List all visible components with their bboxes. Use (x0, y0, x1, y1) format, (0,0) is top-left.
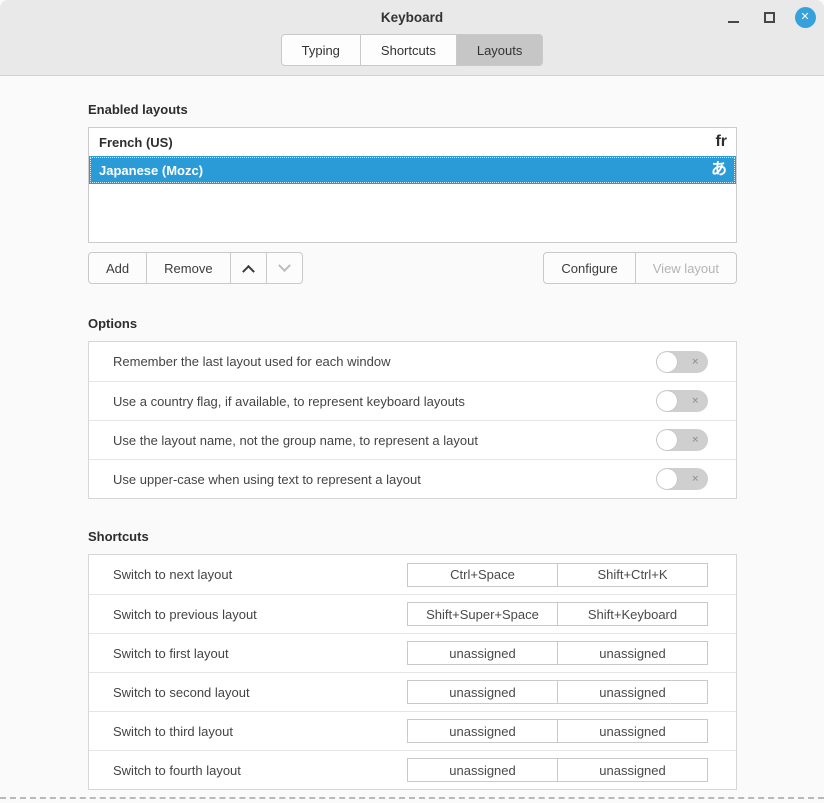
toggle-off-icon: ✕ (691, 475, 699, 484)
keybinding-cell[interactable]: Ctrl+Space (407, 563, 558, 587)
tab-group: Typing Shortcuts Layouts (281, 34, 544, 66)
shortcut-row-previous-layout: Switch to previous layout Shift+Super+Sp… (89, 594, 736, 633)
shortcuts-heading: Shortcuts (88, 529, 737, 544)
view-layout-button[interactable]: View layout (635, 252, 737, 284)
window-controls: ✕ (722, 0, 816, 34)
layout-indicator-fr: fr (715, 134, 727, 150)
toggle-off-icon: ✕ (691, 397, 699, 406)
layout-action-buttons: Configure View layout (543, 252, 737, 284)
keybinding-group: unassigned unassigned (407, 680, 708, 704)
window-header: Keyboard ✕ Typing Shortcuts Layouts (0, 0, 824, 76)
keybinding-group: unassigned unassigned (407, 641, 708, 665)
upper-case-toggle[interactable]: ✕ (656, 468, 708, 490)
tab-shortcuts[interactable]: Shortcuts (360, 34, 457, 66)
option-row-remember-layout: Remember the last layout used for each w… (89, 342, 736, 381)
toggle-knob (657, 391, 677, 411)
shortcut-row-second-layout: Switch to second layout unassigned unass… (89, 672, 736, 711)
keybinding-cell[interactable]: unassigned (557, 719, 708, 743)
keybinding-group: unassigned unassigned (407, 758, 708, 782)
tab-layouts[interactable]: Layouts (456, 34, 544, 66)
window-title: Keyboard (381, 10, 443, 25)
shortcut-label: Switch to next layout (113, 567, 232, 582)
options-box: Remember the last layout used for each w… (88, 341, 737, 499)
minimize-button[interactable] (722, 6, 744, 28)
shortcuts-box: Switch to next layout Ctrl+Space Shift+C… (88, 554, 737, 790)
enabled-layouts-list[interactable]: French (US) fr Japanese (Mozc) あ (88, 127, 737, 243)
shortcut-label: Switch to third layout (113, 724, 233, 739)
option-label: Use upper-case when using text to repres… (113, 472, 421, 487)
minimize-icon (728, 21, 739, 23)
enabled-layouts-heading: Enabled layouts (88, 102, 737, 117)
keybinding-cell[interactable]: unassigned (407, 758, 558, 782)
toggle-off-icon: ✕ (691, 357, 699, 366)
layout-row-french[interactable]: French (US) fr (89, 128, 736, 156)
layout-name: French (US) (99, 135, 173, 150)
close-icon: ✕ (795, 7, 816, 28)
shortcut-row-fourth-layout: Switch to fourth layout unassigned unass… (89, 750, 736, 789)
chevron-down-icon (278, 259, 291, 272)
toggle-off-icon: ✕ (691, 436, 699, 445)
keybinding-cell[interactable]: unassigned (557, 641, 708, 665)
option-label: Use the layout name, not the group name,… (113, 433, 478, 448)
move-up-button[interactable] (230, 252, 267, 284)
shortcut-label: Switch to previous layout (113, 607, 257, 622)
keybinding-cell[interactable]: Shift+Ctrl+K (557, 563, 708, 587)
chevron-up-icon (242, 264, 255, 277)
layout-name-toggle[interactable]: ✕ (656, 429, 708, 451)
option-label: Use a country flag, if available, to rep… (113, 394, 465, 409)
maximize-button[interactable] (758, 6, 780, 28)
country-flag-toggle[interactable]: ✕ (656, 390, 708, 412)
option-row-layout-name: Use the layout name, not the group name,… (89, 420, 736, 459)
keybinding-group: Ctrl+Space Shift+Ctrl+K (407, 563, 708, 587)
shortcut-row-next-layout: Switch to next layout Ctrl+Space Shift+C… (89, 555, 736, 594)
keybinding-cell[interactable]: unassigned (407, 641, 558, 665)
tab-bar: Typing Shortcuts Layouts (0, 34, 824, 66)
add-button[interactable]: Add (88, 252, 147, 284)
close-button[interactable]: ✕ (794, 6, 816, 28)
tab-typing[interactable]: Typing (281, 34, 361, 66)
keybinding-group: Shift+Super+Space Shift+Keyboard (407, 602, 708, 626)
shortcut-label: Switch to second layout (113, 685, 250, 700)
keybinding-cell[interactable]: unassigned (407, 719, 558, 743)
toggle-knob (657, 352, 677, 372)
toggle-knob (657, 430, 677, 450)
layout-indicator-ja: あ (711, 162, 727, 178)
options-heading: Options (88, 316, 737, 331)
titlebar[interactable]: Keyboard ✕ (0, 0, 824, 34)
shortcut-row-first-layout: Switch to first layout unassigned unassi… (89, 633, 736, 672)
keybinding-cell[interactable]: Shift+Super+Space (407, 602, 558, 626)
keybinding-cell[interactable]: unassigned (557, 680, 708, 704)
shortcut-label: Switch to fourth layout (113, 763, 241, 778)
configure-button[interactable]: Configure (543, 252, 635, 284)
option-row-upper-case: Use upper-case when using text to repres… (89, 459, 736, 498)
layout-name: Japanese (Mozc) (99, 163, 203, 178)
shortcut-label: Switch to first layout (113, 646, 229, 661)
resize-hint-divider (0, 797, 824, 799)
keybinding-cell[interactable]: Shift+Keyboard (557, 602, 708, 626)
list-edit-buttons: Add Remove (88, 252, 303, 284)
keybinding-cell[interactable]: unassigned (557, 758, 708, 782)
toggle-knob (657, 469, 677, 489)
keybinding-cell[interactable]: unassigned (407, 680, 558, 704)
layouts-toolbar: Add Remove Configure View layout (88, 252, 737, 284)
layouts-page: Enabled layouts French (US) fr Japanese … (0, 102, 824, 790)
layout-row-japanese[interactable]: Japanese (Mozc) あ (89, 156, 736, 184)
maximize-icon (764, 12, 775, 23)
option-row-country-flag: Use a country flag, if available, to rep… (89, 381, 736, 420)
remove-button[interactable]: Remove (146, 252, 230, 284)
shortcut-row-third-layout: Switch to third layout unassigned unassi… (89, 711, 736, 750)
option-label: Remember the last layout used for each w… (113, 354, 390, 369)
keybinding-group: unassigned unassigned (407, 719, 708, 743)
keyboard-settings-window: Keyboard ✕ Typing Shortcuts Layouts (0, 0, 824, 803)
remember-layout-toggle[interactable]: ✕ (656, 351, 708, 373)
move-down-button[interactable] (266, 252, 303, 284)
